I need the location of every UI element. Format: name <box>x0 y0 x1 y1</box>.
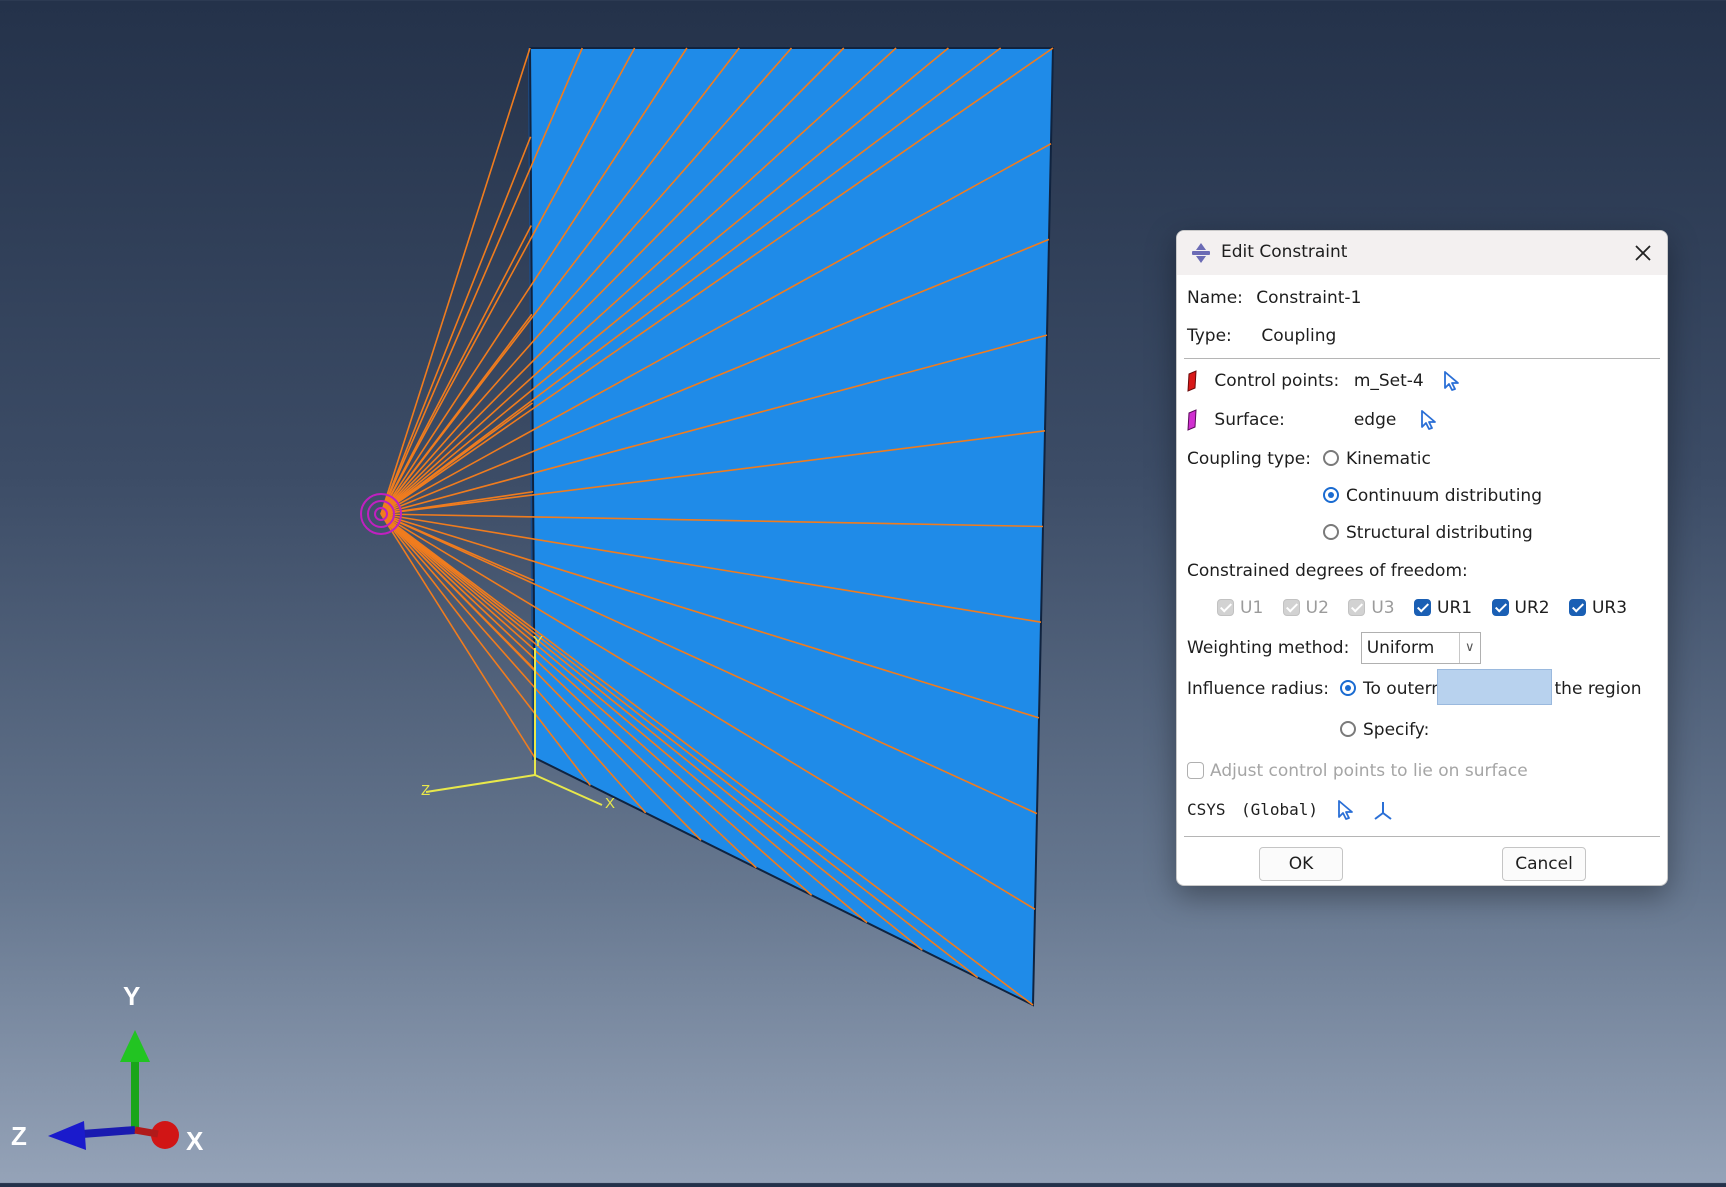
coupling-option-continuum[interactable]: Continuum distributing <box>1323 486 1542 506</box>
select-control-points-icon[interactable] <box>1441 370 1461 392</box>
create-csys-icon[interactable] <box>1373 799 1393 821</box>
select-surface-icon[interactable] <box>1418 409 1438 431</box>
surface-region-icon <box>1187 409 1197 431</box>
chevron-down-icon[interactable]: ∨ <box>1458 633 1480 663</box>
constraint-icon <box>1192 243 1210 263</box>
u3-label: U3 <box>1371 598 1395 618</box>
dof-ur2[interactable]: UR2 <box>1491 598 1550 618</box>
control-points-label: Control points: <box>1214 371 1340 391</box>
ur2-label: UR2 <box>1514 598 1550 618</box>
adjust-control-points-label: Adjust control points to lie on surface <box>1210 761 1528 781</box>
influence-radius-label-row: Influence radius: <box>1187 679 1329 699</box>
coupling-type-label: Coupling type: <box>1187 449 1311 469</box>
dof-u2: U2 <box>1282 598 1329 618</box>
ur1-label: UR1 <box>1437 598 1473 618</box>
type-label: Type: <box>1187 326 1232 346</box>
specify-label: Specify: <box>1363 720 1430 740</box>
u1-label: U1 <box>1240 598 1264 618</box>
structural-distributing-label: Structural distributing <box>1346 523 1533 543</box>
weighting-method-select[interactable]: Uniform ∨ <box>1360 632 1481 664</box>
name-label: Name: <box>1187 288 1243 308</box>
ur1-checkbox[interactable] <box>1414 599 1432 616</box>
local-y-label: Y <box>533 633 543 650</box>
coupling-line <box>380 313 533 515</box>
dof-u1: U1 <box>1217 598 1263 618</box>
outermost-point-radio[interactable] <box>1340 680 1356 696</box>
ur3-label: UR3 <box>1591 598 1628 618</box>
global-triad: Y Z X <box>11 981 204 1156</box>
u1-checkbox <box>1217 599 1234 616</box>
separator <box>1184 358 1660 359</box>
type-value: Coupling <box>1261 326 1337 346</box>
name-value: Constraint-1 <box>1256 288 1362 308</box>
ok-button[interactable]: OK <box>1259 847 1343 881</box>
continuum-distributing-radio[interactable] <box>1323 487 1339 503</box>
ur2-checkbox[interactable] <box>1491 599 1509 616</box>
csys-value: (Global) <box>1240 800 1318 819</box>
u2-checkbox <box>1282 599 1300 616</box>
dof-ur1[interactable]: UR1 <box>1414 598 1472 618</box>
control-points-region-icon <box>1187 370 1197 392</box>
coupling-surface[interactable] <box>528 47 1055 1007</box>
kinematic-label: Kinematic <box>1346 449 1431 469</box>
adjust-control-points-row: Adjust control points to lie on surface <box>1187 761 1528 781</box>
dof-label-row: Constrained degrees of freedom: <box>1187 561 1468 581</box>
weighting-label: Weighting method: <box>1187 638 1350 658</box>
dof-label: Constrained degrees of freedom: <box>1187 561 1468 581</box>
csys-row: CSYS (Global) <box>1187 799 1393 821</box>
control-points-row: Control points: m_Set-4 <box>1187 370 1461 392</box>
adjust-control-points-checkbox <box>1187 762 1204 779</box>
weighting-method-value: Uniform <box>1366 638 1435 658</box>
influence-option-specify[interactable]: Specify: <box>1340 720 1429 740</box>
surface-label: Surface: <box>1214 410 1285 430</box>
coupling-option-structural[interactable]: Structural distributing <box>1323 523 1533 543</box>
coupling-line <box>380 513 536 759</box>
weighting-row: Weighting method: Uniform ∨ <box>1187 632 1481 664</box>
surface-value: edge <box>1353 410 1397 430</box>
surface-row: Surface: edge <box>1187 409 1438 431</box>
triad-z-arrow <box>48 1121 86 1150</box>
structural-distributing-radio[interactable] <box>1323 524 1339 540</box>
type-row: Type: Coupling <box>1187 326 1336 346</box>
triad-z-label: Z <box>11 1121 27 1151</box>
specify-radius-input[interactable] <box>1437 669 1552 705</box>
specify-radio[interactable] <box>1340 721 1356 737</box>
local-x-label: X <box>605 795 615 812</box>
name-row: Name: Constraint-1 <box>1187 288 1361 308</box>
influence-radius-label: Influence radius: <box>1187 679 1329 699</box>
dof-checkbox-row: U1 U2 U3 UR1 UR2 UR3 <box>1217 598 1641 618</box>
select-csys-icon[interactable] <box>1335 799 1355 821</box>
triad-y-label: Y <box>123 981 140 1011</box>
dialog-titlebar[interactable]: Edit Constraint <box>1177 231 1667 275</box>
separator-bottom <box>1184 836 1660 837</box>
coupling-type-label-row: Coupling type: <box>1187 449 1311 469</box>
coupling-option-kinematic[interactable]: Kinematic <box>1323 449 1431 469</box>
close-button[interactable] <box>1629 239 1657 267</box>
dof-u3: U3 <box>1348 598 1395 618</box>
kinematic-radio[interactable] <box>1323 450 1339 466</box>
local-z-label: Z <box>421 782 430 799</box>
triad-x-label: X <box>186 1126 204 1156</box>
triad-y-arrow <box>120 1030 150 1062</box>
continuum-distributing-label: Continuum distributing <box>1346 486 1542 506</box>
ur3-checkbox[interactable] <box>1568 599 1586 616</box>
cancel-button[interactable]: Cancel <box>1502 847 1586 881</box>
u2-label: U2 <box>1305 598 1329 618</box>
dialog-title: Edit Constraint <box>1221 242 1348 262</box>
csys-label: CSYS <box>1187 800 1226 819</box>
u3-checkbox <box>1348 599 1366 616</box>
dof-ur3[interactable]: UR3 <box>1568 598 1628 618</box>
close-icon <box>1635 245 1651 261</box>
edit-constraint-dialog: Edit Constraint Name: Constraint-1 Type:… <box>1176 230 1668 886</box>
control-points-value: m_Set-4 <box>1353 371 1424 391</box>
